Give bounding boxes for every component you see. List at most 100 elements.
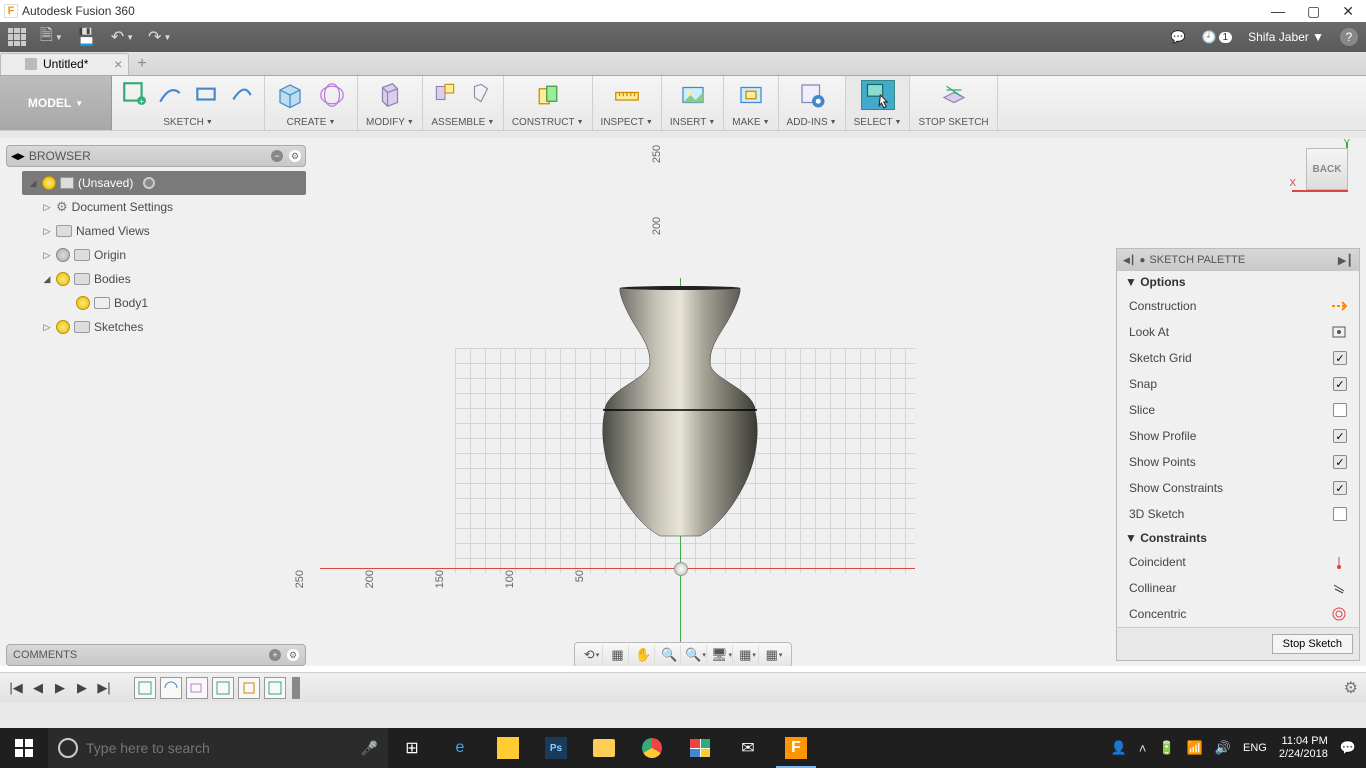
palette-option-show-points[interactable]: Show Points✓ xyxy=(1117,449,1359,475)
arc-icon[interactable] xyxy=(228,80,256,106)
browser-item-sketches[interactable]: ▷Sketches xyxy=(42,315,306,339)
view-cube-face[interactable]: BACK xyxy=(1306,148,1348,190)
taskbar-search[interactable]: 🎤 xyxy=(48,728,388,768)
settings-icon[interactable]: ⚙ xyxy=(289,150,301,162)
ribbon-label[interactable]: INSPECT▼ xyxy=(601,117,653,128)
window-close-button[interactable]: ✕ xyxy=(1342,4,1354,18)
palette-option-construction[interactable]: Construction xyxy=(1117,293,1359,319)
timeline-feature-sketch[interactable] xyxy=(134,677,156,699)
ribbon-label[interactable]: SELECT▼ xyxy=(854,117,902,128)
tray-expand-icon[interactable]: ˄ xyxy=(1139,741,1147,756)
palette-option-snap[interactable]: Snap✓ xyxy=(1117,371,1359,397)
plane-icon[interactable] xyxy=(531,80,565,110)
collapse-icon[interactable]: − xyxy=(271,150,283,162)
checkbox-icon[interactable]: ✓ xyxy=(1333,429,1347,443)
ribbon-label[interactable]: ADD-INS▼ xyxy=(787,117,837,128)
timeline-marker[interactable] xyxy=(292,677,300,699)
as-built-joint-icon[interactable] xyxy=(467,80,495,106)
zoom-icon[interactable]: 🔍 xyxy=(659,645,681,665)
ribbon-label[interactable]: MODIFY▼ xyxy=(366,117,414,128)
browser-item-bodies[interactable]: ◢Bodies xyxy=(42,267,306,291)
notifications-icon[interactable]: 💬 xyxy=(1340,740,1356,756)
timeline-start-button[interactable]: |◀ xyxy=(8,680,24,696)
edge-icon[interactable]: e xyxy=(436,728,484,768)
timeline-play-button[interactable]: ▶ xyxy=(52,680,68,696)
line-icon[interactable] xyxy=(156,80,184,106)
extrude-icon[interactable] xyxy=(273,80,307,110)
mail-icon[interactable]: ✉ xyxy=(724,728,772,768)
ribbon-label[interactable]: MAKE▼ xyxy=(732,117,769,128)
measure-icon[interactable] xyxy=(610,80,644,110)
palette-header[interactable]: ◀┃● SKETCH PALETTE ▶┃ xyxy=(1117,249,1359,271)
search-input[interactable] xyxy=(86,740,353,756)
file-explorer-icon[interactable] xyxy=(580,728,628,768)
ribbon-label[interactable]: INSERT▼ xyxy=(670,117,715,128)
people-icon[interactable]: 👤 xyxy=(1111,740,1127,756)
data-panel-icon[interactable] xyxy=(8,28,26,46)
workspace-switcher[interactable]: MODEL▼ xyxy=(0,76,112,130)
redo-button[interactable]: ↷▼ xyxy=(148,27,171,47)
ribbon-label[interactable]: ASSEMBLE▼ xyxy=(431,117,494,128)
palette-option-3d-sketch[interactable]: 3D Sketch xyxy=(1117,501,1359,527)
browser-header[interactable]: ◀▶ BROWSER −⚙ xyxy=(6,145,306,167)
make-icon[interactable] xyxy=(734,80,768,110)
cortana-icon[interactable] xyxy=(58,738,78,758)
stop-sketch-button[interactable]: Stop Sketch xyxy=(1272,634,1353,654)
model-body-vase[interactable] xyxy=(600,283,760,543)
chrome-icon[interactable] xyxy=(628,728,676,768)
checkbox-icon[interactable] xyxy=(1333,507,1347,521)
ribbon-label[interactable]: CREATE▼ xyxy=(287,117,336,128)
timeline-settings-icon[interactable]: ⚙ xyxy=(1344,678,1358,698)
checkbox-icon[interactable]: ✓ xyxy=(1333,455,1347,469)
palette-option-show-constraints[interactable]: Show Constraints✓ xyxy=(1117,475,1359,501)
checkbox-icon[interactable]: ✓ xyxy=(1333,481,1347,495)
wifi-icon[interactable]: 📶 xyxy=(1187,740,1203,756)
look-at-icon[interactable]: ▦ xyxy=(607,645,629,665)
help-button[interactable]: ? xyxy=(1340,28,1358,46)
palette-section-options[interactable]: ▼ Options xyxy=(1117,271,1359,293)
create-sketch-icon[interactable]: + xyxy=(120,80,148,106)
checkbox-icon[interactable]: ✓ xyxy=(1333,351,1347,365)
origin-point[interactable] xyxy=(674,562,688,576)
browser-root-node[interactable]: ◢ (Unsaved) xyxy=(22,171,306,195)
constraint-coincident[interactable]: Coincident xyxy=(1117,549,1359,575)
document-tab[interactable]: Untitled* × xyxy=(0,53,129,75)
timeline-prev-button[interactable]: ◀ xyxy=(30,680,46,696)
timeline-feature[interactable] xyxy=(264,677,286,699)
palette-option-sketch-grid[interactable]: Sketch Grid✓ xyxy=(1117,345,1359,371)
timeline-feature[interactable] xyxy=(238,677,260,699)
window-maximize-button[interactable]: ▢ xyxy=(1307,4,1320,18)
store-icon[interactable] xyxy=(676,728,724,768)
press-pull-icon[interactable] xyxy=(373,80,407,110)
battery-icon[interactable]: 🔋 xyxy=(1158,740,1174,756)
palette-option-show-profile[interactable]: Show Profile✓ xyxy=(1117,423,1359,449)
comments-panel-header[interactable]: COMMENTS +⚙ xyxy=(6,644,306,666)
new-tab-button[interactable]: + xyxy=(137,55,146,73)
constraint-collinear[interactable]: Collinear xyxy=(1117,575,1359,601)
revolve-icon[interactable] xyxy=(315,80,349,110)
addins-icon[interactable] xyxy=(795,80,829,110)
extensions-icon[interactable]: 💬 xyxy=(1171,30,1186,44)
stop-sketch-icon[interactable] xyxy=(937,80,971,110)
select-icon[interactable] xyxy=(861,80,895,110)
checkbox-icon[interactable]: ✓ xyxy=(1333,377,1347,391)
joint-icon[interactable] xyxy=(431,80,459,106)
timeline-end-button[interactable]: ▶| xyxy=(96,680,112,696)
browser-item-document-settings[interactable]: ▷⚙Document Settings xyxy=(42,195,306,219)
browser-item-origin[interactable]: ▷Origin xyxy=(42,243,306,267)
view-cube[interactable]: BACK Y X xyxy=(1294,148,1354,194)
language-indicator[interactable]: ENG xyxy=(1243,742,1267,754)
option-icon[interactable] xyxy=(1331,298,1347,314)
viewport-icon[interactable]: ▦▾ xyxy=(763,645,785,665)
start-button[interactable] xyxy=(0,728,48,768)
job-status-icon[interactable]: 🕘1 xyxy=(1202,30,1233,44)
ribbon-label[interactable]: CONSTRUCT▼ xyxy=(512,117,584,128)
close-tab-button[interactable]: × xyxy=(114,56,122,72)
fusion360-taskbar-icon[interactable]: F xyxy=(772,728,820,768)
window-minimize-button[interactable]: — xyxy=(1271,4,1285,18)
fit-icon[interactable]: 🔍▾ xyxy=(685,645,707,665)
photoshop-icon[interactable]: Ps xyxy=(532,728,580,768)
insert-icon[interactable] xyxy=(676,80,710,110)
browser-item-named-views[interactable]: ▷Named Views xyxy=(42,219,306,243)
palette-option-slice[interactable]: Slice xyxy=(1117,397,1359,423)
